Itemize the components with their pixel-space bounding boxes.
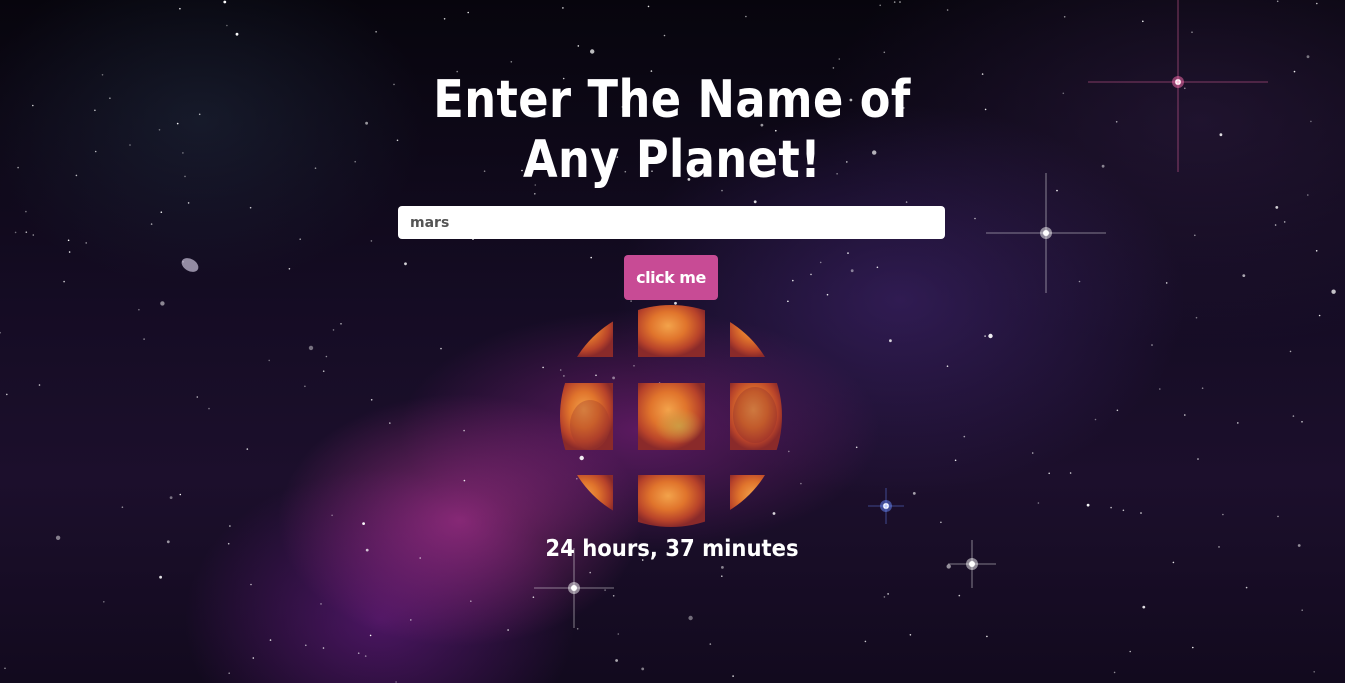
rotation-period-text: 24 hours, 37 minutes	[545, 536, 799, 562]
main-content: Enter The Name of Any Planet! click me	[0, 0, 1345, 683]
page-title: Enter The Name of Any Planet!	[433, 70, 911, 190]
click-me-button[interactable]: click me	[624, 255, 718, 300]
planet-name-input[interactable]	[398, 206, 945, 239]
mars-planet-image	[560, 305, 782, 527]
